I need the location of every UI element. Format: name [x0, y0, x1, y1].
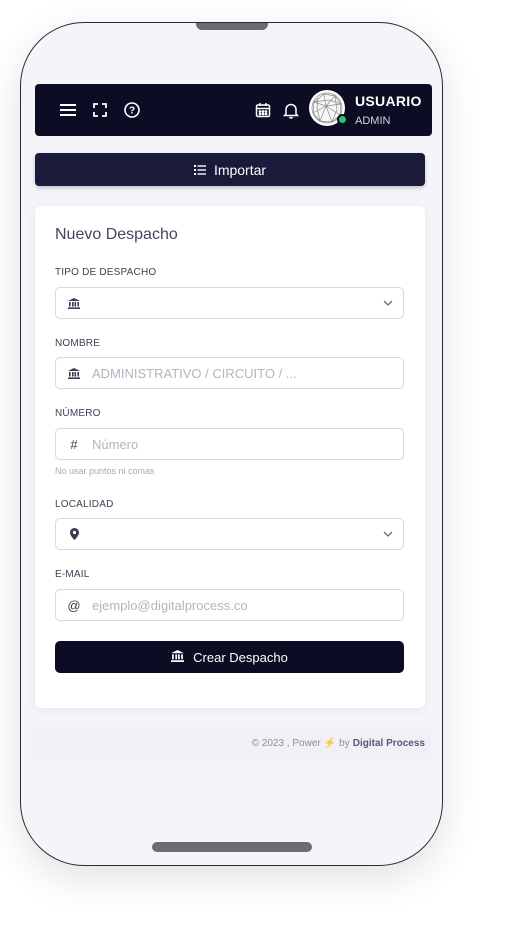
tipo-despacho-select[interactable]	[55, 287, 404, 319]
help-icon[interactable]: ?	[120, 98, 144, 122]
numero-label: NÚMERO	[55, 408, 101, 419]
top-navbar: ? USUARIO ADMIN	[35, 84, 432, 136]
lightning-icon: ⚡	[323, 737, 337, 749]
new-dispatch-form: Nuevo Despacho TIPO DE DESPACHO NOMBRE A…	[35, 206, 425, 708]
calendar-icon[interactable]	[251, 98, 275, 122]
email-placeholder: ejemplo@digitalprocess.co	[92, 597, 248, 613]
footer: © 2023 , Power ⚡ by Digital Process	[31, 727, 431, 759]
map-pin-icon	[56, 528, 92, 540]
phone-frame: ? USUARIO ADMIN Importar Nuevo Despacho …	[20, 22, 443, 866]
bell-icon[interactable]	[279, 98, 303, 122]
numero-hint: No usar puntos ni comas	[55, 466, 155, 476]
hash-icon: #	[70, 436, 78, 452]
home-indicator	[152, 842, 312, 852]
numero-field[interactable]: # Número	[55, 428, 404, 460]
chevron-down-icon	[373, 300, 403, 306]
email-field[interactable]: @ ejemplo@digitalprocess.co	[55, 589, 404, 621]
user-name[interactable]: USUARIO	[355, 93, 422, 109]
user-role: ADMIN	[355, 115, 391, 127]
import-button-label: Importar	[213, 161, 267, 178]
form-title: Nuevo Despacho	[55, 226, 178, 243]
numero-placeholder: Número	[92, 436, 139, 452]
bank-icon	[56, 297, 92, 309]
menu-icon[interactable]	[56, 98, 80, 122]
fullscreen-icon[interactable]	[88, 98, 112, 122]
email-label: E-MAIL	[55, 569, 90, 580]
nombre-label: NOMBRE	[55, 338, 101, 349]
phone-notch	[196, 23, 268, 30]
create-dispatch-label: Crear Despacho	[193, 649, 288, 665]
nombre-field[interactable]: ADMINISTRATIVO / CIRCUITO / ...	[55, 357, 404, 389]
at-icon: @	[67, 597, 81, 613]
tipo-despacho-label: TIPO DE DESPACHO	[55, 267, 157, 278]
chevron-down-icon	[373, 531, 403, 537]
list-icon	[193, 162, 206, 178]
bank-icon	[171, 649, 185, 665]
svg-text:?: ?	[129, 106, 135, 117]
footer-by: by	[339, 737, 350, 749]
footer-copyright: © 2023 , Power	[251, 737, 321, 749]
localidad-label: LOCALIDAD	[55, 499, 114, 510]
localidad-select[interactable]	[55, 518, 404, 550]
footer-brand-link[interactable]: Digital Process	[353, 738, 425, 749]
import-button[interactable]: Importar	[35, 153, 425, 186]
bank-icon	[56, 367, 92, 379]
online-status-dot	[337, 114, 348, 125]
create-dispatch-button[interactable]: Crear Despacho	[55, 641, 404, 673]
nombre-placeholder: ADMINISTRATIVO / CIRCUITO / ...	[92, 365, 297, 381]
